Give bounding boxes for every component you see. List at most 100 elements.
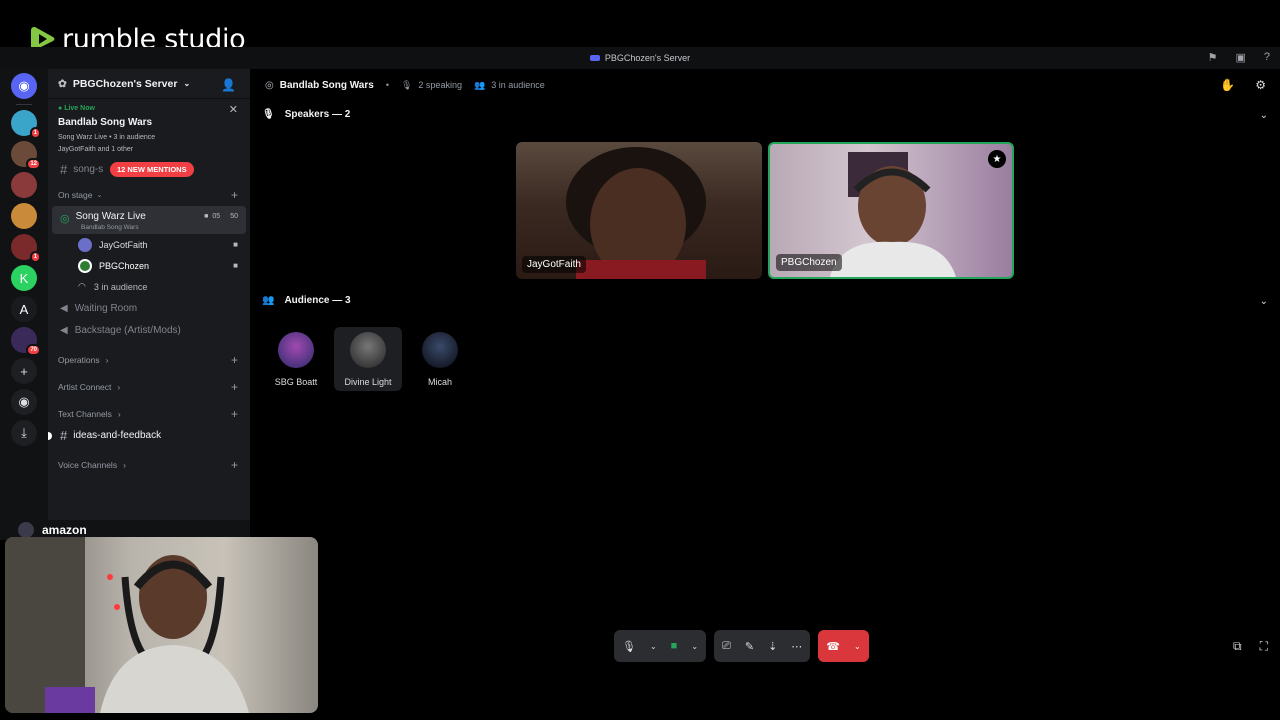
server-icon xyxy=(589,55,600,61)
guild-server-3[interactable] xyxy=(11,172,37,198)
unread-indicator xyxy=(48,431,52,440)
speaker-name: PBGChozen xyxy=(776,254,842,271)
audience-member-hovered[interactable]: Divine Light xyxy=(334,327,402,391)
pop-out-icon[interactable]: ⧉ xyxy=(1233,639,1242,654)
speakers-section[interactable]: 🎙 Speakers — 2 xyxy=(262,109,350,120)
mention-badge: 1 xyxy=(29,127,41,139)
video-icon: ■ xyxy=(204,213,209,220)
chevron-right-icon: › xyxy=(117,409,121,419)
add-server-icon[interactable]: + xyxy=(11,358,37,384)
flag-icon[interactable]: ⚑ xyxy=(1208,51,1218,64)
mention-badge: 70 xyxy=(26,344,41,356)
add-member-icon[interactable]: 👤 xyxy=(221,78,236,92)
chevron-right-icon: › xyxy=(123,460,126,470)
camera-icon[interactable]: ■ xyxy=(671,640,678,652)
stage-member[interactable]: JayGotFaith ■ xyxy=(48,234,250,255)
category-text-channels[interactable]: Text Channels › + xyxy=(48,403,250,425)
add-channel-icon[interactable]: + xyxy=(231,458,238,472)
channel-ideas-and-feedback[interactable]: # ideas-and-feedback xyxy=(48,425,250,446)
guild-server-2[interactable]: 12 xyxy=(11,141,41,170)
audience-member[interactable]: SBG Boatt xyxy=(262,327,330,391)
speaker-icon: ◀ xyxy=(60,324,68,336)
speaking-count: 2 speaking xyxy=(418,80,462,90)
inbox-icon[interactable]: ▣ xyxy=(1235,51,1245,64)
speakers-heading: Speakers — 2 xyxy=(284,109,351,120)
stage-view: ◎ Bandlab Song Wars • 🎙 2 speaking 👥 3 i… xyxy=(250,69,1280,720)
sponsor-avatar xyxy=(18,522,34,538)
stage-channel[interactable]: ◎ Song Warz Live Bandlab Song Wars ■ 05 … xyxy=(52,206,246,234)
add-channel-icon[interactable]: + xyxy=(231,353,238,367)
audience-count: 3 in audience xyxy=(491,80,545,90)
mic-icon[interactable]: 🎙 xyxy=(622,640,636,653)
move-to-audience-icon[interactable]: ⇣ xyxy=(768,640,777,653)
help-icon[interactable]: ? xyxy=(1264,51,1270,64)
chevron-down-icon[interactable]: ⌄ xyxy=(1260,110,1268,121)
leave-stage-button[interactable]: ☎ ⌄ xyxy=(818,630,869,662)
guild-server-a[interactable]: A xyxy=(11,296,37,322)
chevron-right-icon: › xyxy=(105,355,109,365)
chevron-down-icon[interactable]: ⌄ xyxy=(691,642,698,651)
avatar xyxy=(278,332,314,368)
voice-channel-waiting-room[interactable]: ◀ Waiting Room xyxy=(48,297,250,319)
voice-channel-backstage[interactable]: ◀ Backstage (Artist/Mods) xyxy=(48,319,250,341)
fullscreen-icon[interactable]: ⛶ xyxy=(1260,639,1268,654)
guild-server-4[interactable] xyxy=(11,203,37,229)
server-verified-icon: ✿ xyxy=(58,77,67,90)
channel-song[interactable]: # song-s 12 NEW MENTIONS xyxy=(48,159,250,180)
video-icon: ■ xyxy=(233,240,238,249)
avatar xyxy=(78,237,92,252)
guild-direct-messages[interactable]: ◉ xyxy=(11,73,37,99)
category-artist-connect[interactable]: Artist Connect › + xyxy=(48,376,250,398)
guild-server-5[interactable]: 1 xyxy=(11,234,41,263)
add-channel-icon[interactable]: + xyxy=(231,188,238,202)
member-name: Micah xyxy=(427,377,452,387)
people-icon: 👥 xyxy=(262,295,275,306)
speaker-tile-active[interactable]: ★ PBGChozen xyxy=(768,142,1014,279)
server-owner-icon: ★ xyxy=(988,150,1006,168)
guild-server-kick[interactable]: K xyxy=(11,265,37,291)
hash-icon: # xyxy=(60,428,68,443)
stage-member[interactable]: PBGChozen ■ xyxy=(48,255,250,276)
close-icon[interactable]: ✕ xyxy=(229,103,238,116)
audience-member[interactable]: Micah xyxy=(406,327,474,391)
mic-icon: 🎙 xyxy=(400,79,413,90)
add-channel-icon[interactable]: + xyxy=(231,407,238,421)
raise-hand-icon[interactable]: ✋ xyxy=(1220,78,1235,92)
download-icon[interactable]: ⤓ xyxy=(11,420,37,446)
guild-server-6[interactable]: 70 xyxy=(11,327,41,356)
new-mentions-badge[interactable]: 12 NEW MENTIONS xyxy=(110,162,194,177)
server-name: PBGChozen's Server xyxy=(72,77,178,90)
speaker-tile[interactable]: JayGotFaith xyxy=(516,142,762,279)
category-on-stage[interactable]: On stage ⌄ + xyxy=(48,184,250,206)
category-label: Voice Channels xyxy=(58,460,118,470)
activity-icon[interactable]: ✎ xyxy=(745,640,754,653)
live-title: Bandlab Song Wars xyxy=(58,117,153,128)
guild-server-1[interactable]: 1 xyxy=(11,110,41,139)
hang-up-icon[interactable]: ☎ xyxy=(826,640,840,653)
server-list: ◉ 1 12 1 K A 70 + ◉ ⤓ xyxy=(0,69,48,529)
add-channel-icon[interactable]: + xyxy=(231,380,238,394)
mic-control[interactable]: 🎙 ⌄ ■ ⌄ xyxy=(614,630,707,662)
more-options-icon[interactable]: ⋯ xyxy=(791,640,802,653)
chevron-down-icon: ⌄ xyxy=(183,79,191,88)
stage-channel-topic: Bandlab Song Wars xyxy=(81,224,139,231)
chevron-down-icon[interactable]: ⌄ xyxy=(854,642,861,651)
screen-share-icon[interactable]: ⎚ xyxy=(722,640,731,653)
live-subtitle: Song Warz Live • 3 in audience xyxy=(58,134,156,141)
headphones-icon: ◠ xyxy=(78,281,86,291)
audience-heading: Audience — 3 xyxy=(284,295,351,306)
audience-section[interactable]: 👥 Audience — 3 xyxy=(262,295,351,306)
stage-channel-name: Song Warz Live xyxy=(75,211,146,222)
mention-badge: 12 xyxy=(26,158,41,170)
discover-icon[interactable]: ◉ xyxy=(11,389,37,415)
live-now-card[interactable]: ● Live Now Bandlab Song Wars Song Warz L… xyxy=(48,99,250,159)
category-voice-channels[interactable]: Voice Channels › + xyxy=(48,454,250,476)
separator-dot: • xyxy=(385,80,389,90)
chevron-down-icon[interactable]: ⌄ xyxy=(1260,296,1268,307)
category-operations[interactable]: Operations › + xyxy=(48,349,250,371)
chevron-down-icon[interactable]: ⌄ xyxy=(650,642,657,651)
server-header[interactable]: ✿ PBGChozen's Server ⌄ 👤 xyxy=(48,69,250,99)
notification-settings-icon[interactable]: ⚙ xyxy=(1255,78,1266,92)
audience-summary[interactable]: ◠ 3 in audience xyxy=(48,276,250,297)
category-label: Artist Connect xyxy=(58,382,112,392)
